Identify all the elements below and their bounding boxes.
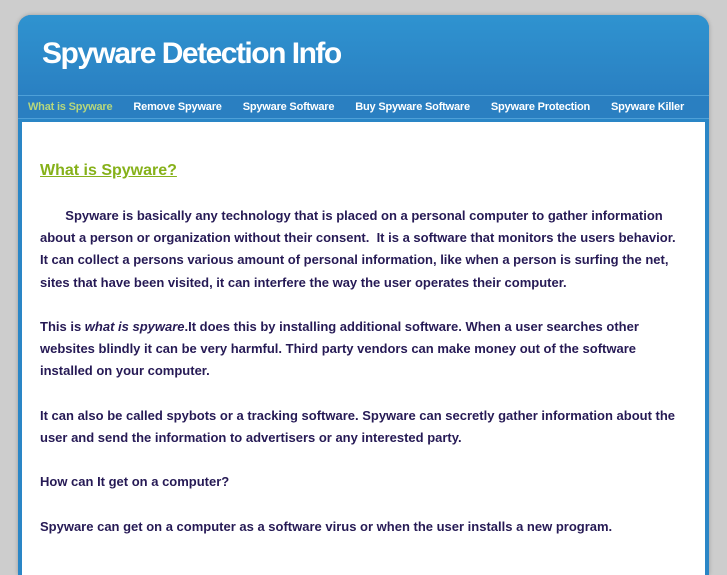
page-container: Spyware Detection Info What is Spyware R… <box>18 15 709 575</box>
main-nav: What is Spyware Remove Spyware Spyware S… <box>18 95 709 119</box>
nav-what-is-spyware[interactable]: What is Spyware <box>28 101 113 113</box>
paragraph-line: Spyware is basically any technology that… <box>40 208 663 223</box>
site-title[interactable]: Spyware Detection Info <box>42 37 342 71</box>
nav-buy-spyware-software[interactable]: Buy Spyware Software <box>355 101 470 113</box>
nav-spyware-software[interactable]: Spyware Software <box>243 101 335 113</box>
paragraph-line: How can It get on a computer? <box>40 474 230 490</box>
text: This is <box>40 319 85 334</box>
paragraph-line: It can also be called spybots or a track… <box>40 407 676 423</box>
paragraph-line: This is what is spyware.It does this by … <box>40 316 700 338</box>
paragraph-line: sites that have been visited, it can int… <box>40 274 567 290</box>
article-heading[interactable]: What is Spyware? <box>40 162 177 180</box>
paragraph-line: websites blindly it can be very harmful.… <box>40 341 636 357</box>
site-header: Spyware Detection Info <box>18 15 709 95</box>
paragraph-line: It can collect a persons various amount … <box>40 252 669 268</box>
nav-spyware-protection[interactable]: Spyware Protection <box>491 101 590 113</box>
article-body: Spyware is basically any technology that… <box>40 205 700 538</box>
text: .It does this by installing additional s… <box>184 319 639 334</box>
emphasis-text: what is spyware <box>84 319 185 334</box>
paragraph-line: installed on your computer. <box>40 363 210 379</box>
nav-spyware-killer[interactable]: Spyware Killer <box>611 101 684 113</box>
content-area: What is Spyware? Spyware is basically an… <box>22 122 705 575</box>
paragraph-line: about a person or organization without t… <box>40 230 676 246</box>
paragraph-line: Spyware can get on a computer as a softw… <box>40 518 613 534</box>
nav-remove-spyware[interactable]: Remove Spyware <box>133 101 222 113</box>
paragraph-line: user and send the information to adverti… <box>40 430 462 445</box>
